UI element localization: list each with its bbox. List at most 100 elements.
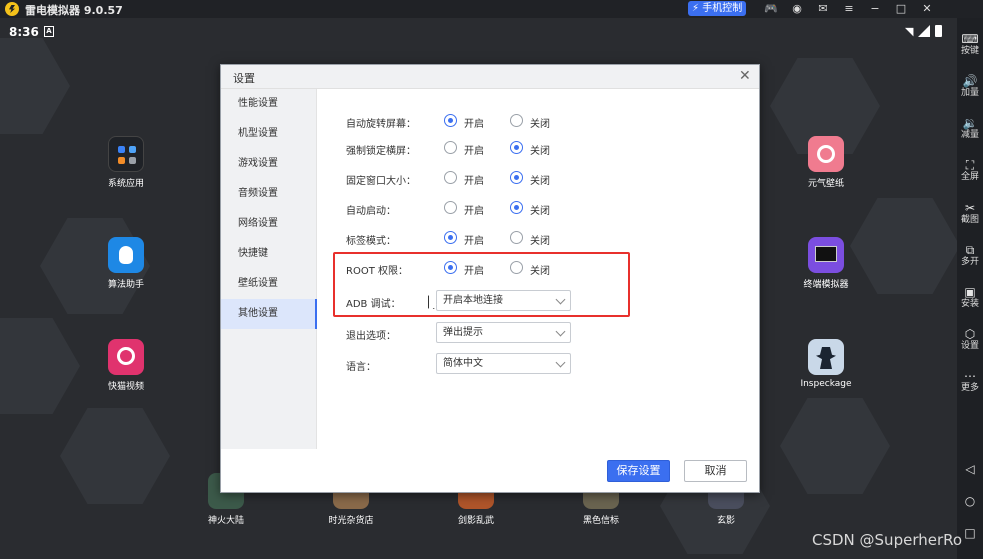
notification-a-icon: A	[44, 26, 54, 37]
home-icon[interactable]: ○	[957, 494, 983, 508]
radio-off[interactable]	[510, 201, 523, 214]
sidebar-item-volume-up[interactable]: 🔊 加量	[957, 74, 983, 99]
mail-icon[interactable]: ✉	[810, 2, 836, 16]
signal-icon	[918, 25, 930, 37]
radio-on[interactable]	[444, 201, 457, 214]
app-label: 元气壁纸	[807, 179, 844, 189]
maximize-icon[interactable]: □	[888, 2, 914, 16]
app-kuaimao[interactable]: 快猫视频	[86, 339, 166, 392]
sidebar-item-fullscreen[interactable]: ⛶ 全屏	[957, 158, 983, 183]
tab-audio[interactable]: 音频设置	[221, 179, 317, 209]
window-titlebar: 雷电模拟器 9.0.57 ⚡ 手机控制 🎮 ◉ ✉ ≡ − □ ✕	[0, 0, 983, 18]
app-label: 黑色信标	[582, 516, 619, 526]
sidebar-item-label: 截图	[960, 215, 979, 225]
chevron-down-icon	[555, 357, 566, 368]
wallpaper-icon	[808, 136, 844, 172]
close-icon[interactable]: ✕	[739, 68, 751, 84]
menu-icon[interactable]: ≡	[836, 2, 862, 16]
app-suanfa[interactable]: 算法助手	[86, 237, 166, 290]
settings-dialog: 设置 ✕ 性能设置 机型设置 游戏设置 音频设置 网络设置 快捷键 壁纸设置 其…	[220, 64, 760, 493]
bg-hex	[850, 198, 957, 294]
radio-on[interactable]	[444, 114, 457, 127]
tab-shortcuts[interactable]: 快捷键	[221, 239, 317, 269]
keyboard-icon: ⌨	[961, 32, 979, 46]
fullscreen-icon: ⛶	[965, 158, 975, 172]
setting-label: 固定窗口大小：	[346, 176, 416, 187]
app-label: 玄影	[716, 516, 735, 526]
back-icon[interactable]: ◁	[957, 462, 983, 476]
ldplayer-logo-icon	[5, 2, 19, 16]
language-select[interactable]: 简体中文	[436, 353, 571, 374]
app-label: Inspeckage	[800, 379, 852, 389]
watermark: CSDN @SuperherRo	[812, 531, 963, 549]
radio-off[interactable]	[510, 141, 523, 154]
radio-on[interactable]	[444, 231, 457, 244]
radio-label: 开启	[464, 146, 484, 157]
radio-off[interactable]	[510, 114, 523, 127]
detective-icon	[808, 339, 844, 375]
app-label: 时光杂货店	[328, 516, 374, 526]
tab-game[interactable]: 游戏设置	[221, 149, 317, 179]
sidebar-item-install[interactable]: ▣ 安装	[957, 285, 983, 310]
volume-down-icon: 🔉	[962, 116, 978, 130]
sidebar-item-settings[interactable]: ⬡ 设置	[957, 327, 983, 352]
app-label: 剑影乱武	[457, 516, 494, 526]
sidebar-item-label: 多开	[960, 257, 979, 267]
tab-wallpaper[interactable]: 壁纸设置	[221, 269, 317, 299]
terminal-icon	[808, 237, 844, 273]
app-terminal[interactable]: 终端模拟器	[786, 237, 866, 290]
sidebar-item-multi[interactable]: ⧉ 多开	[957, 243, 983, 268]
tab-other[interactable]: 其他设置	[221, 299, 317, 329]
sidebar-item-label: 加量	[960, 88, 979, 98]
sidebar-item-more[interactable]: ⋯ 更多	[957, 369, 983, 394]
cancel-button[interactable]: 取消	[684, 460, 747, 482]
wifi-icon: ◥	[905, 25, 914, 38]
radio-label: 开启	[464, 176, 484, 187]
radio-on[interactable]	[444, 141, 457, 154]
sidebar-item-volume-down[interactable]: 🔉 减量	[957, 116, 983, 141]
bg-hex	[780, 398, 890, 494]
phone-control-button[interactable]: ⚡ 手机控制	[688, 1, 746, 16]
titlebar-controls: 🎮 ◉ ✉ ≡ − □ ✕	[758, 2, 940, 16]
radio-label: 开启	[464, 206, 484, 217]
app-label: 算法助手	[107, 280, 144, 290]
setting-label: 标签模式：	[346, 236, 396, 247]
sidebar-item-label: 更多	[960, 383, 979, 393]
annotation-highlight-box	[333, 252, 630, 317]
tab-performance[interactable]: 性能设置	[221, 89, 317, 119]
setting-label: 强制锁定横屏：	[346, 146, 416, 157]
gamepad-icon[interactable]: 🎮	[758, 2, 784, 16]
sidebar-item-label: 按键	[960, 46, 979, 56]
app-label: 终端模拟器	[803, 280, 849, 290]
app-inspeckage[interactable]: Inspeckage	[786, 339, 866, 389]
close-icon[interactable]: ✕	[914, 2, 940, 16]
exit-select[interactable]: 弹出提示	[436, 322, 571, 343]
app-yuanqi[interactable]: 元气壁纸	[786, 136, 866, 189]
app-label: 神火大陆	[207, 516, 244, 526]
select-value: 弹出提示	[443, 327, 483, 338]
app-system-apps[interactable]: 系统应用	[86, 136, 166, 189]
app-label: 系统应用	[107, 179, 144, 189]
cat-video-icon	[108, 339, 144, 375]
radio-label: 开启	[464, 236, 484, 247]
sidebar-item-screenshot[interactable]: ✂ 截图	[957, 201, 983, 226]
radio-label: 关闭	[530, 146, 550, 157]
more-icon: ⋯	[964, 369, 976, 383]
radio-off[interactable]	[510, 171, 523, 184]
radio-label: 关闭	[530, 236, 550, 247]
radio-label: 关闭	[530, 119, 550, 130]
apk-install-icon: ▣	[964, 285, 976, 299]
setting-label: 语言：	[346, 362, 376, 373]
bug-icon	[108, 237, 144, 273]
user-icon[interactable]: ◉	[784, 2, 810, 16]
radio-off[interactable]	[510, 231, 523, 244]
android-statusbar: 8:36 A ◥	[0, 18, 957, 46]
tab-network[interactable]: 网络设置	[221, 209, 317, 239]
tab-model[interactable]: 机型设置	[221, 119, 317, 149]
minimize-icon[interactable]: −	[862, 2, 888, 16]
app-title: 雷电模拟器 9.0.57	[25, 4, 123, 17]
sidebar-item-keymap[interactable]: ⌨ 按键	[957, 32, 983, 57]
sidebar-item-label: 全屏	[960, 172, 979, 182]
radio-on[interactable]	[444, 171, 457, 184]
save-button[interactable]: 保存设置	[607, 460, 670, 482]
